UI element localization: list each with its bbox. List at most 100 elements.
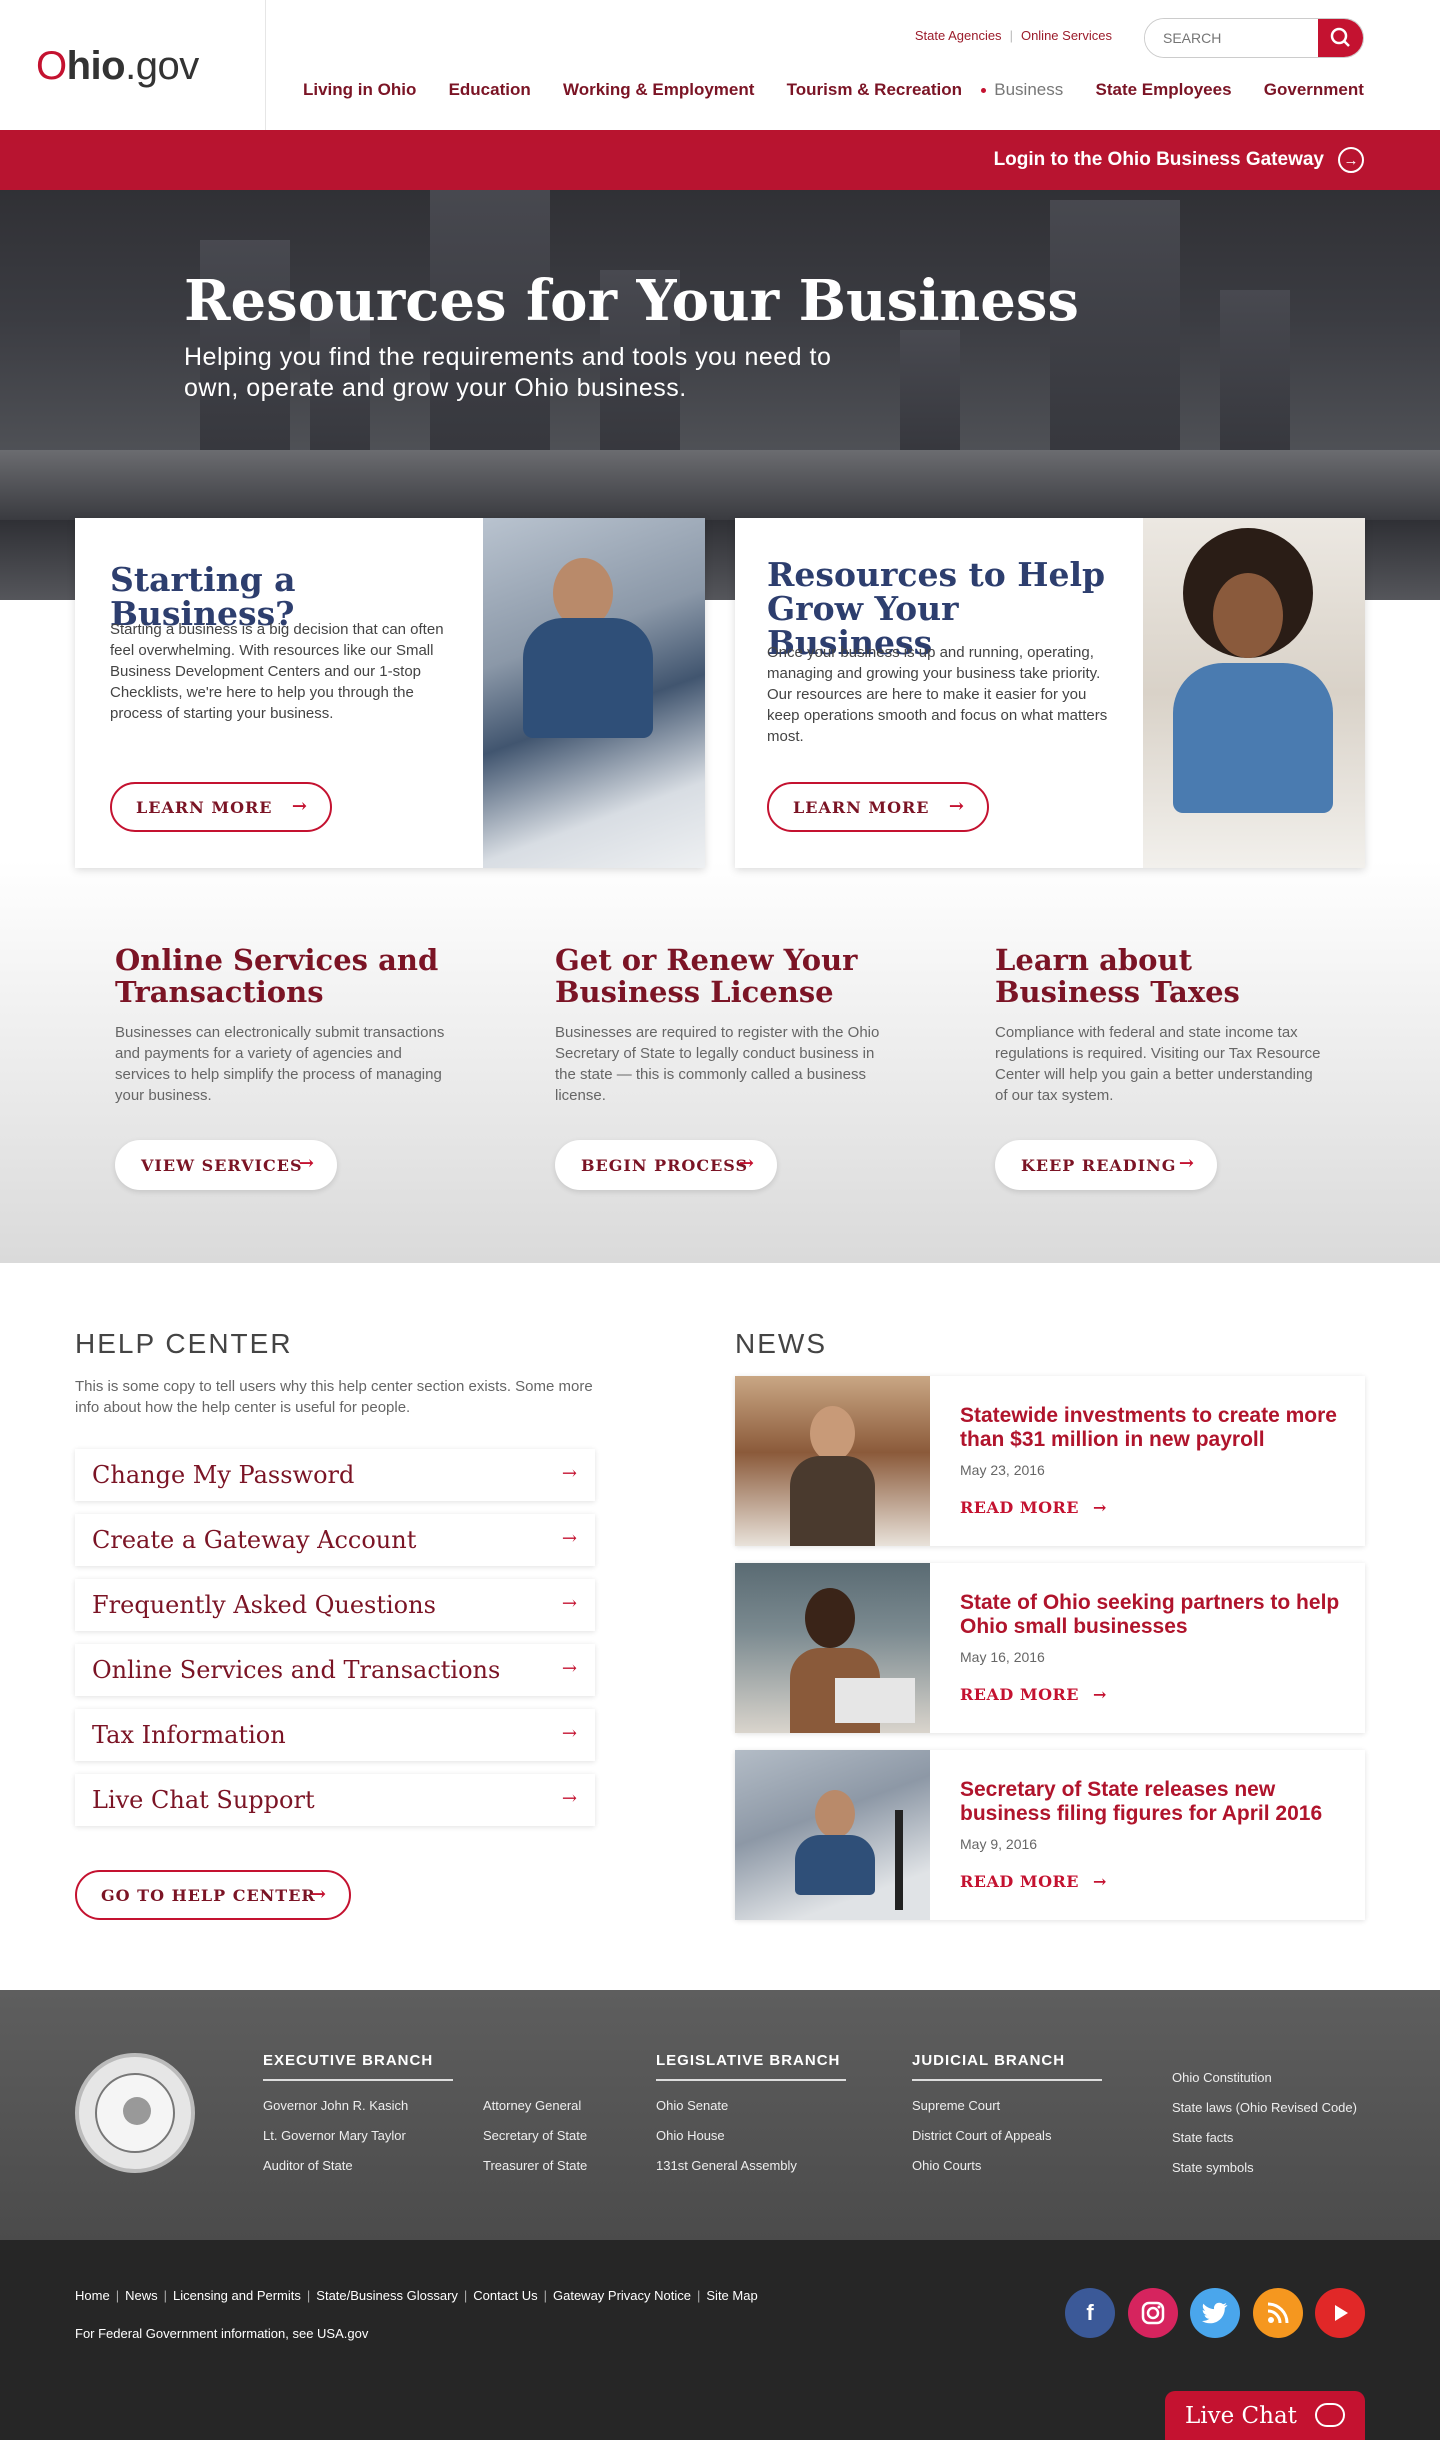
arrow-right-icon: → xyxy=(1093,1872,1107,1891)
arrow-right-icon: → xyxy=(738,1153,755,1174)
arrow-right-icon: → xyxy=(561,1723,577,1744)
arrow-right-icon: → xyxy=(561,1788,577,1809)
news-date: May 9, 2016 xyxy=(960,1836,1038,1852)
footer-link[interactable]: State symbols xyxy=(1172,2160,1254,2175)
news-item[interactable]: Secretary of State releases new business… xyxy=(735,1750,1365,1920)
footer-link[interactable]: Secretary of State xyxy=(483,2128,587,2143)
read-more-link[interactable]: READ MORE → xyxy=(960,1685,1107,1704)
card-body: Starting a business is a big decision th… xyxy=(110,621,444,722)
begin-process-button[interactable]: BEGIN PROCESS → xyxy=(555,1140,777,1190)
read-more-link[interactable]: READ MORE → xyxy=(960,1872,1107,1891)
utility-links: State Agencies | Online Services xyxy=(914,28,1112,43)
column-title: Online Services and Transactions xyxy=(115,943,439,1009)
utility-link-state-agencies[interactable]: State Agencies xyxy=(915,28,1002,43)
arrow-right-icon: → xyxy=(310,1884,327,1905)
footer-link[interactable]: Governor John R. Kasich xyxy=(263,2098,408,2113)
news-item[interactable]: State of Ohio seeking partners to help O… xyxy=(735,1563,1365,1733)
youtube-icon[interactable] xyxy=(1315,2288,1365,2338)
footer-link[interactable]: Ohio Senate xyxy=(656,2098,728,2113)
bottom-link-privacy[interactable]: Gateway Privacy Notice xyxy=(553,2288,691,2303)
footer-link[interactable]: Ohio House xyxy=(656,2128,725,2143)
bottom-link-contact[interactable]: Contact Us xyxy=(473,2288,537,2303)
bottom-link-licensing[interactable]: Licensing and Permits xyxy=(173,2288,301,2303)
nav-government[interactable]: Government xyxy=(1264,80,1364,100)
bottom-link-home[interactable]: Home xyxy=(75,2288,110,2303)
nav-business[interactable]: Business xyxy=(981,80,1063,100)
read-more-link[interactable]: READ MORE → xyxy=(960,1498,1107,1517)
help-item-change-password[interactable]: Change My Password → xyxy=(75,1449,595,1501)
hero-subtitle: Helping you find the requirements and to… xyxy=(184,343,832,402)
search-box xyxy=(1144,18,1364,58)
footer-link[interactable]: State laws (Ohio Revised Code) xyxy=(1172,2100,1357,2115)
footer-link[interactable]: Attorney General xyxy=(483,2098,581,2113)
news-heading: NEWS xyxy=(735,1328,827,1359)
footer-link[interactable]: State facts xyxy=(1172,2130,1233,2145)
site-header: Ohio.gov State Agencies | Online Services … xyxy=(0,0,1440,130)
bottom-link-glossary[interactable]: State/Business Glossary xyxy=(316,2288,458,2303)
go-to-help-center-button[interactable]: GO TO HELP CENTER → xyxy=(75,1870,351,1920)
nav-living-in-ohio[interactable]: Living in Ohio xyxy=(303,80,416,100)
live-chat-button[interactable]: Live Chat xyxy=(1165,2391,1365,2440)
utility-link-online-services[interactable]: Online Services xyxy=(1021,28,1112,43)
help-item-faq[interactable]: Frequently Asked Questions → xyxy=(75,1579,595,1631)
help-item-online-services[interactable]: Online Services and Transactions → xyxy=(75,1644,595,1696)
gateway-login-link[interactable]: Login to the Ohio Business Gateway → xyxy=(994,147,1364,173)
instagram-icon[interactable] xyxy=(1128,2288,1178,2338)
nav-state-employees[interactable]: State Employees xyxy=(1095,80,1231,100)
legislative-branch-heading: LEGISLATIVE BRANCH xyxy=(656,2052,846,2081)
federal-info: For Federal Government information, see … xyxy=(75,2326,369,2341)
arrow-right-icon: → xyxy=(561,1463,577,1484)
site-footer: EXECUTIVE BRANCH Governor John R. Kasich… xyxy=(0,1990,1440,2240)
help-item-create-account[interactable]: Create a Gateway Account → xyxy=(75,1514,595,1566)
logo-area: Ohio.gov xyxy=(0,0,266,130)
help-item-live-chat-support[interactable]: Live Chat Support → xyxy=(75,1774,595,1826)
nav-tourism-recreation[interactable]: Tourism & Recreation xyxy=(787,80,962,100)
facebook-icon[interactable]: f xyxy=(1065,2288,1115,2338)
arrow-right-icon: → xyxy=(561,1593,577,1614)
arrow-right-icon: → xyxy=(1093,1685,1107,1704)
news-thumbnail xyxy=(735,1376,930,1546)
learn-more-button[interactable]: LEARN MORE → xyxy=(767,782,989,832)
column-body: Businesses are required to register with… xyxy=(555,1024,880,1104)
rss-icon[interactable] xyxy=(1253,2288,1303,2338)
news-item[interactable]: Statewide investments to create more tha… xyxy=(735,1376,1365,1546)
ohio-gov-logo[interactable]: Ohio.gov xyxy=(36,44,199,89)
column-body: Businesses can electronically submit tra… xyxy=(115,1024,445,1104)
footer-link[interactable]: Supreme Court xyxy=(912,2098,1000,2113)
footer-link[interactable]: 131st General Assembly xyxy=(656,2158,797,2173)
nav-education[interactable]: Education xyxy=(449,80,531,100)
view-services-button[interactable]: VIEW SERVICES → xyxy=(115,1140,337,1190)
footer-link[interactable]: Treasurer of State xyxy=(483,2158,587,2173)
news-title[interactable]: State of Ohio seeking partners to help O… xyxy=(960,1591,1350,1639)
footer-link[interactable]: Ohio Constitution xyxy=(1172,2070,1272,2085)
column-online-services: Online Services and Transactions Busines… xyxy=(115,943,445,1190)
bottom-link-sitemap[interactable]: Site Map xyxy=(706,2288,757,2303)
arrow-circle-icon: → xyxy=(1338,147,1364,173)
news-title[interactable]: Secretary of State releases new business… xyxy=(960,1778,1350,1826)
nav-working-employment[interactable]: Working & Employment xyxy=(563,80,754,100)
footer-link[interactable]: District Court of Appeals xyxy=(912,2128,1051,2143)
search-button[interactable] xyxy=(1318,19,1363,57)
column-business-license: Get or Renew Your Business License Busin… xyxy=(555,944,885,1190)
help-center-description: This is some copy to tell users why this… xyxy=(75,1378,593,1416)
twitter-icon[interactable] xyxy=(1190,2288,1240,2338)
card-starting-business: Starting a Business? Starting a business… xyxy=(75,518,705,868)
ohio-state-seal xyxy=(75,2053,195,2173)
main-nav: Living in Ohio Education Working & Emplo… xyxy=(303,80,1364,100)
footer-link[interactable]: Auditor of State xyxy=(263,2158,353,2173)
keep-reading-button[interactable]: KEEP READING → xyxy=(995,1140,1217,1190)
help-item-tax-information[interactable]: Tax Information → xyxy=(75,1709,595,1761)
search-icon xyxy=(1330,27,1350,47)
column-title: Learn about Business Taxes xyxy=(995,943,1240,1009)
bottom-link-news[interactable]: News xyxy=(125,2288,158,2303)
arrow-right-icon: → xyxy=(948,796,965,817)
column-body: Compliance with federal and state income… xyxy=(995,1024,1321,1104)
footer-link[interactable]: Lt. Governor Mary Taylor xyxy=(263,2128,406,2143)
hero-title: Resources for Your Business xyxy=(184,268,1079,334)
search-input[interactable] xyxy=(1145,19,1305,57)
help-center-heading: HELP CENTER xyxy=(75,1328,293,1359)
news-title[interactable]: Statewide investments to create more tha… xyxy=(960,1404,1350,1452)
learn-more-button[interactable]: LEARN MORE → xyxy=(110,782,332,832)
footer-link[interactable]: Ohio Courts xyxy=(912,2158,981,2173)
column-business-taxes: Learn about Business Taxes Compliance wi… xyxy=(995,943,1325,1190)
